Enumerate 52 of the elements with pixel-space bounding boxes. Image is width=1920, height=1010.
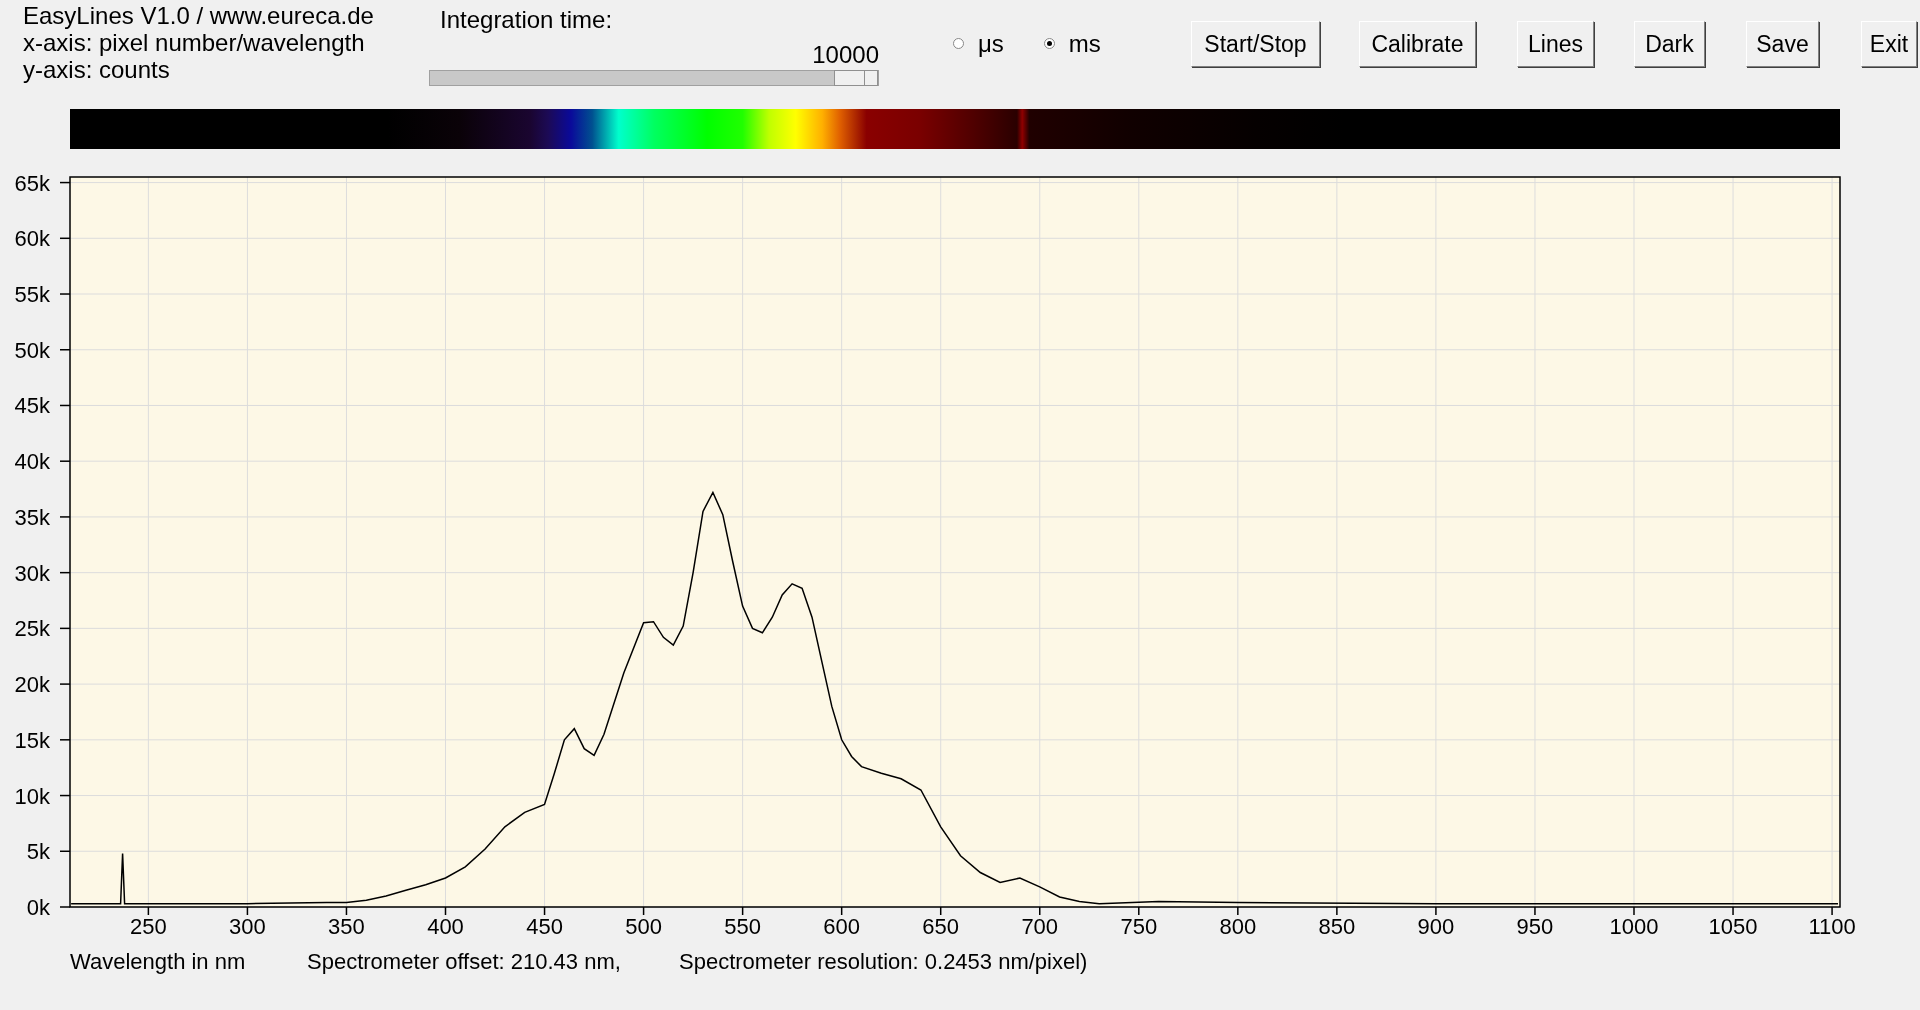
y-tick-label: 50k — [14, 337, 50, 363]
x-tick-label: 1000 — [1609, 914, 1659, 939]
y-tick-label: 30k — [14, 560, 50, 586]
x-axis-label: Wavelength in nm — [70, 949, 247, 976]
y-tick-label: 45k — [14, 393, 50, 419]
spectrometer-resolution-text: Spectrometer resolution: 0.2453 nm/pixel) — [679, 949, 1088, 976]
x-tick-label: 300 — [229, 914, 266, 939]
slider-thumb[interactable] — [834, 70, 878, 86]
x-tick-label: 650 — [922, 914, 960, 939]
radio-button[interactable] — [953, 38, 964, 49]
y-tick-label: 25k — [14, 616, 50, 642]
y-tick-label: 0k — [26, 895, 50, 920]
toolbar-button[interactable]: Lines — [1517, 21, 1594, 67]
x-tick-label: 600 — [823, 914, 861, 939]
toolbar-button[interactable]: Calibrate — [1359, 21, 1476, 67]
x-tick-label: 550 — [724, 914, 761, 939]
x-tick-label: 1050 — [1708, 914, 1758, 939]
spectrometer-offset-text: Spectrometer offset: 210.43 nm, — [307, 949, 622, 976]
info-text: x-axis: pixel number/wavelength — [23, 29, 365, 56]
y-tick-label: 65k — [14, 170, 50, 196]
integration-time-label: Integration time: — [440, 6, 613, 33]
x-tick-label: 750 — [1120, 914, 1158, 939]
x-tick-label: 850 — [1318, 914, 1356, 939]
y-tick-label: 20k — [14, 672, 50, 698]
unit-label: ms — [1068, 30, 1101, 57]
x-tick-label: 350 — [328, 914, 365, 939]
toolbar-button[interactable]: Dark — [1634, 21, 1705, 67]
x-tick-label: 450 — [526, 914, 563, 939]
x-tick-label: 1100 — [1808, 914, 1856, 939]
unit-label: μs — [978, 30, 1004, 57]
x-tick-label: 400 — [427, 914, 464, 939]
y-tick-label: 40k — [14, 449, 50, 475]
x-tick-label: 900 — [1417, 914, 1455, 939]
x-tick-label: 950 — [1516, 914, 1554, 939]
y-tick-label: 35k — [14, 504, 50, 530]
integration-slider[interactable] — [429, 70, 879, 86]
x-tick-label: 250 — [130, 914, 167, 939]
y-tick-label: 10k — [14, 783, 50, 809]
radio-button[interactable] — [1043, 38, 1055, 49]
y-tick-label: 15k — [14, 727, 50, 753]
x-tick-label: 800 — [1219, 914, 1257, 939]
x-tick-label: 500 — [625, 914, 662, 939]
info-text: y-axis: counts — [23, 56, 170, 83]
toolbar-button[interactable]: Save — [1746, 21, 1819, 67]
toolbar-button[interactable]: Exit — [1861, 21, 1917, 67]
y-tick-label: 60k — [14, 226, 50, 252]
y-tick-label: 55k — [14, 282, 50, 307]
toolbar-button[interactable]: Start/Stop — [1191, 21, 1320, 67]
x-tick-label: 700 — [1021, 914, 1059, 939]
integration-time-value: 10000 — [812, 41, 879, 68]
y-tick-label: 5k — [26, 839, 50, 865]
info-text: EasyLines V1.0 / www.eureca.de — [23, 2, 374, 29]
